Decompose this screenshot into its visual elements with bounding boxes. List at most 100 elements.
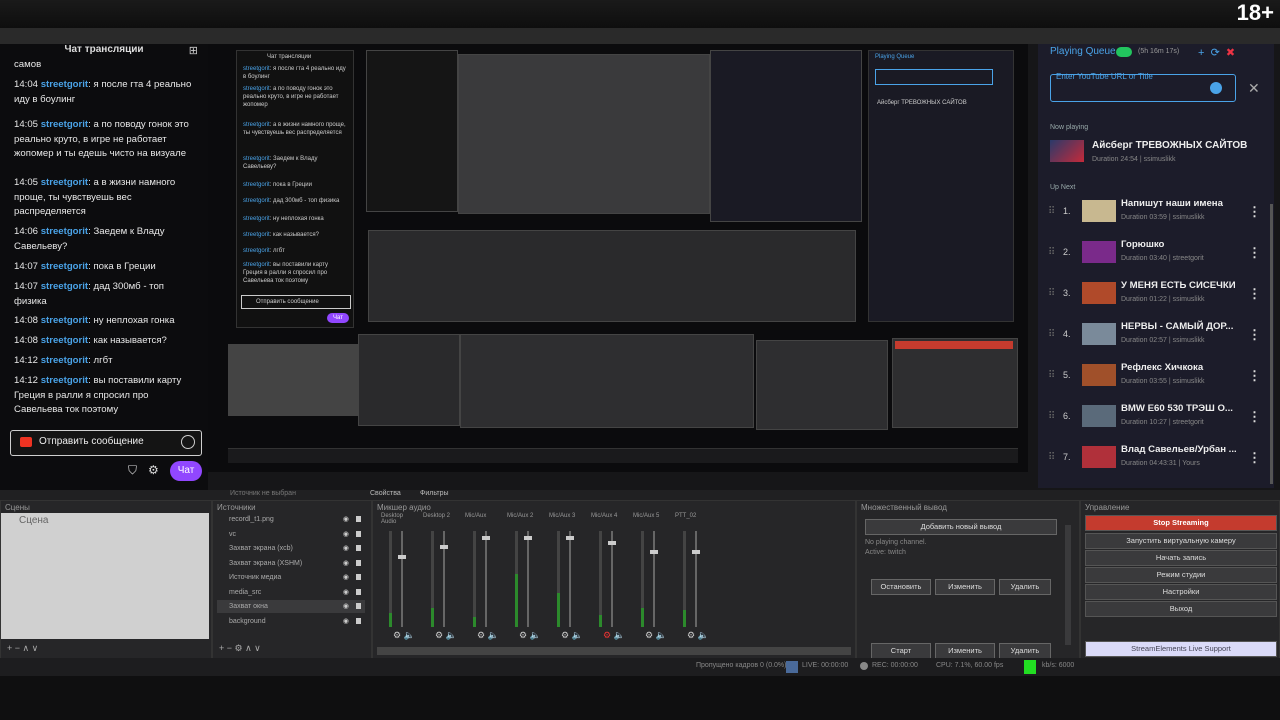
source-item[interactable]: Захват экрана (xcb) ◉ (217, 542, 365, 555)
speaker-icon[interactable]: ⚙ 🔈 (519, 630, 541, 641)
source-item[interactable]: Захват экрана (XSHM) ◉ (217, 557, 365, 570)
virtual-camera-button[interactable]: Запустить виртуальную камеру (1085, 533, 1277, 549)
gear-icon[interactable]: ⚙ (148, 463, 159, 477)
speaker-icon[interactable]: ⚙ 🔈 (561, 630, 583, 641)
lock-icon[interactable] (356, 559, 361, 566)
chat-message-user[interactable]: streetgorit (41, 375, 88, 386)
drag-handle-icon[interactable]: ⠿ (1048, 370, 1055, 381)
volume-fader-knob[interactable] (650, 550, 658, 555)
stop-streaming-button[interactable]: Stop Streaming (1085, 515, 1277, 531)
studio-mode-button[interactable]: Режим студии (1085, 567, 1277, 583)
speaker-icon[interactable]: ⚙ 🔈 (393, 630, 415, 641)
chat-message-user[interactable]: streetgorit (41, 355, 88, 366)
speaker-icon[interactable]: ⚙ 🔈 (435, 630, 457, 641)
chat-message-user[interactable]: streetgorit (41, 315, 88, 326)
queue-item[interactable]: ⠿ 6. BMW E60 530 ТРЭШ О... Duration 10:27 |… (1038, 399, 1274, 439)
search-icon[interactable] (1210, 82, 1222, 94)
more-options-icon[interactable]: ⋮ (1248, 409, 1261, 425)
source-item[interactable]: background ◉ (217, 615, 365, 628)
mixer-scrollbar[interactable] (377, 647, 851, 655)
output-start-button[interactable]: Старт (871, 643, 931, 659)
queue-item[interactable]: ⠿ 7. Влад Савельев/Урбан ... Duration 04:43… (1038, 440, 1274, 480)
source-item[interactable]: Источник медиа ◉ (217, 571, 365, 584)
output-delete-button-2[interactable]: Удалить (999, 643, 1051, 659)
lock-icon[interactable] (356, 617, 361, 624)
eye-icon[interactable]: ◉ (343, 528, 349, 541)
source-item[interactable]: media_src ◉ (217, 586, 365, 599)
lock-icon[interactable] (356, 545, 361, 551)
volume-fader[interactable] (485, 531, 487, 627)
queue-item[interactable]: ⠿ 4. НЕРВЫ - САМЫЙ ДОР... Duration 02:57 | … (1038, 317, 1274, 357)
properties-button[interactable]: Свойства (370, 490, 401, 497)
lock-icon[interactable] (356, 574, 361, 580)
add-output-button[interactable]: Добавить новый вывод (865, 519, 1057, 535)
more-options-icon[interactable]: ⋮ (1248, 327, 1261, 343)
volume-fader[interactable] (695, 531, 697, 627)
chat-message-user[interactable]: streetgorit (41, 177, 88, 188)
chat-message-user[interactable]: streetgorit (41, 281, 88, 292)
chat-layout-icon[interactable]: ⊞ (189, 44, 198, 57)
volume-fader-knob[interactable] (440, 545, 448, 550)
muted-speaker-icon[interactable]: ⚙ 🔈 (603, 630, 625, 641)
exit-button[interactable]: Выход (1085, 601, 1277, 617)
queue-item[interactable]: ⠿ 5. Рефлекс Хичкока Duration 03:55 | ssimu… (1038, 358, 1274, 398)
add-icon[interactable]: + (1198, 47, 1204, 59)
volume-fader-knob[interactable] (524, 535, 532, 540)
delete-icon[interactable]: ✖ (1226, 47, 1235, 59)
chat-message-user[interactable]: streetgorit (41, 335, 88, 346)
emoji-icon[interactable] (181, 435, 195, 449)
more-options-icon[interactable]: ⋮ (1248, 204, 1261, 220)
chat-message-user[interactable]: streetgorit (41, 261, 88, 272)
scenes-list[interactable]: Сцена (1, 513, 209, 639)
drag-handle-icon[interactable]: ⠿ (1048, 452, 1055, 463)
drag-handle-icon[interactable]: ⠿ (1048, 411, 1055, 422)
chat-message-user[interactable]: streetgorit (41, 119, 88, 130)
queue-item[interactable]: ⠿ 1. Напишут наши имена Duration 03:59 | ss… (1038, 194, 1274, 234)
streamelements-support-link[interactable]: StreamElements Live Support (1085, 641, 1277, 657)
more-options-icon[interactable]: ⋮ (1248, 368, 1261, 384)
volume-fader-knob[interactable] (482, 535, 490, 540)
volume-fader-knob[interactable] (692, 550, 700, 555)
output-stop-button[interactable]: Остановить (871, 579, 931, 595)
filters-button[interactable]: Фильтры (420, 490, 449, 497)
outputs-scrollbar[interactable] (1065, 525, 1071, 645)
volume-fader-knob[interactable] (608, 540, 616, 545)
queue-item[interactable]: ⠿ 2. Горюшко Duration 03:40 | streetgorit ⋮ (1038, 235, 1274, 275)
more-options-icon[interactable]: ⋮ (1248, 245, 1261, 261)
lock-icon[interactable] (356, 530, 361, 537)
eye-icon[interactable]: ◉ (343, 600, 349, 613)
volume-fader-knob[interactable] (398, 555, 406, 559)
source-item[interactable]: Захват окна ◉ (217, 600, 365, 613)
output-delete-button[interactable]: Удалить (999, 579, 1051, 595)
output-edit-button[interactable]: Изменить (935, 579, 995, 595)
volume-fader-knob[interactable] (566, 535, 574, 540)
settings-button[interactable]: Настройки (1085, 584, 1277, 600)
drag-handle-icon[interactable]: ⠿ (1048, 288, 1055, 299)
speaker-icon[interactable]: ⚙ 🔈 (477, 630, 499, 641)
scene-item[interactable]: Сцена (19, 515, 48, 526)
more-options-icon[interactable]: ⋮ (1248, 286, 1261, 302)
lock-icon[interactable] (356, 516, 361, 522)
chat-input[interactable]: Отправить сообщение (10, 430, 202, 456)
speaker-icon[interactable]: ⚙ 🔈 (645, 630, 667, 641)
chat-send-button[interactable]: Чат (170, 461, 202, 481)
history-icon[interactable]: ⟳ (1211, 47, 1220, 59)
eye-icon[interactable]: ◉ (343, 571, 349, 584)
more-options-icon[interactable]: ⋮ (1248, 450, 1261, 466)
source-item[interactable]: vc ◉ (217, 528, 365, 541)
output-edit-button-2[interactable]: Изменить (935, 643, 995, 659)
drag-handle-icon[interactable]: ⠿ (1048, 247, 1055, 258)
source-add-icon[interactable]: + − ⚙ ∧ ∨ (219, 643, 261, 654)
chat-message-user[interactable]: streetgorit (41, 79, 88, 90)
volume-fader[interactable] (653, 531, 655, 627)
scene-add-icon[interactable]: + − ∧ ∨ (7, 643, 38, 654)
shield-icon[interactable]: ⛉ (128, 463, 137, 478)
close-icon[interactable]: ✕ (1248, 80, 1260, 97)
lock-icon[interactable] (356, 588, 361, 595)
lock-icon[interactable] (356, 603, 361, 609)
eye-icon[interactable]: ◉ (343, 586, 349, 599)
eye-icon[interactable]: ◉ (343, 557, 349, 570)
volume-fader[interactable] (611, 531, 613, 627)
drag-handle-icon[interactable]: ⠿ (1048, 206, 1055, 217)
queue-item[interactable]: ⠿ 3. У МЕНЯ ЕСТЬ СИСЕЧКИ Duration 01:22 | s… (1038, 276, 1274, 316)
